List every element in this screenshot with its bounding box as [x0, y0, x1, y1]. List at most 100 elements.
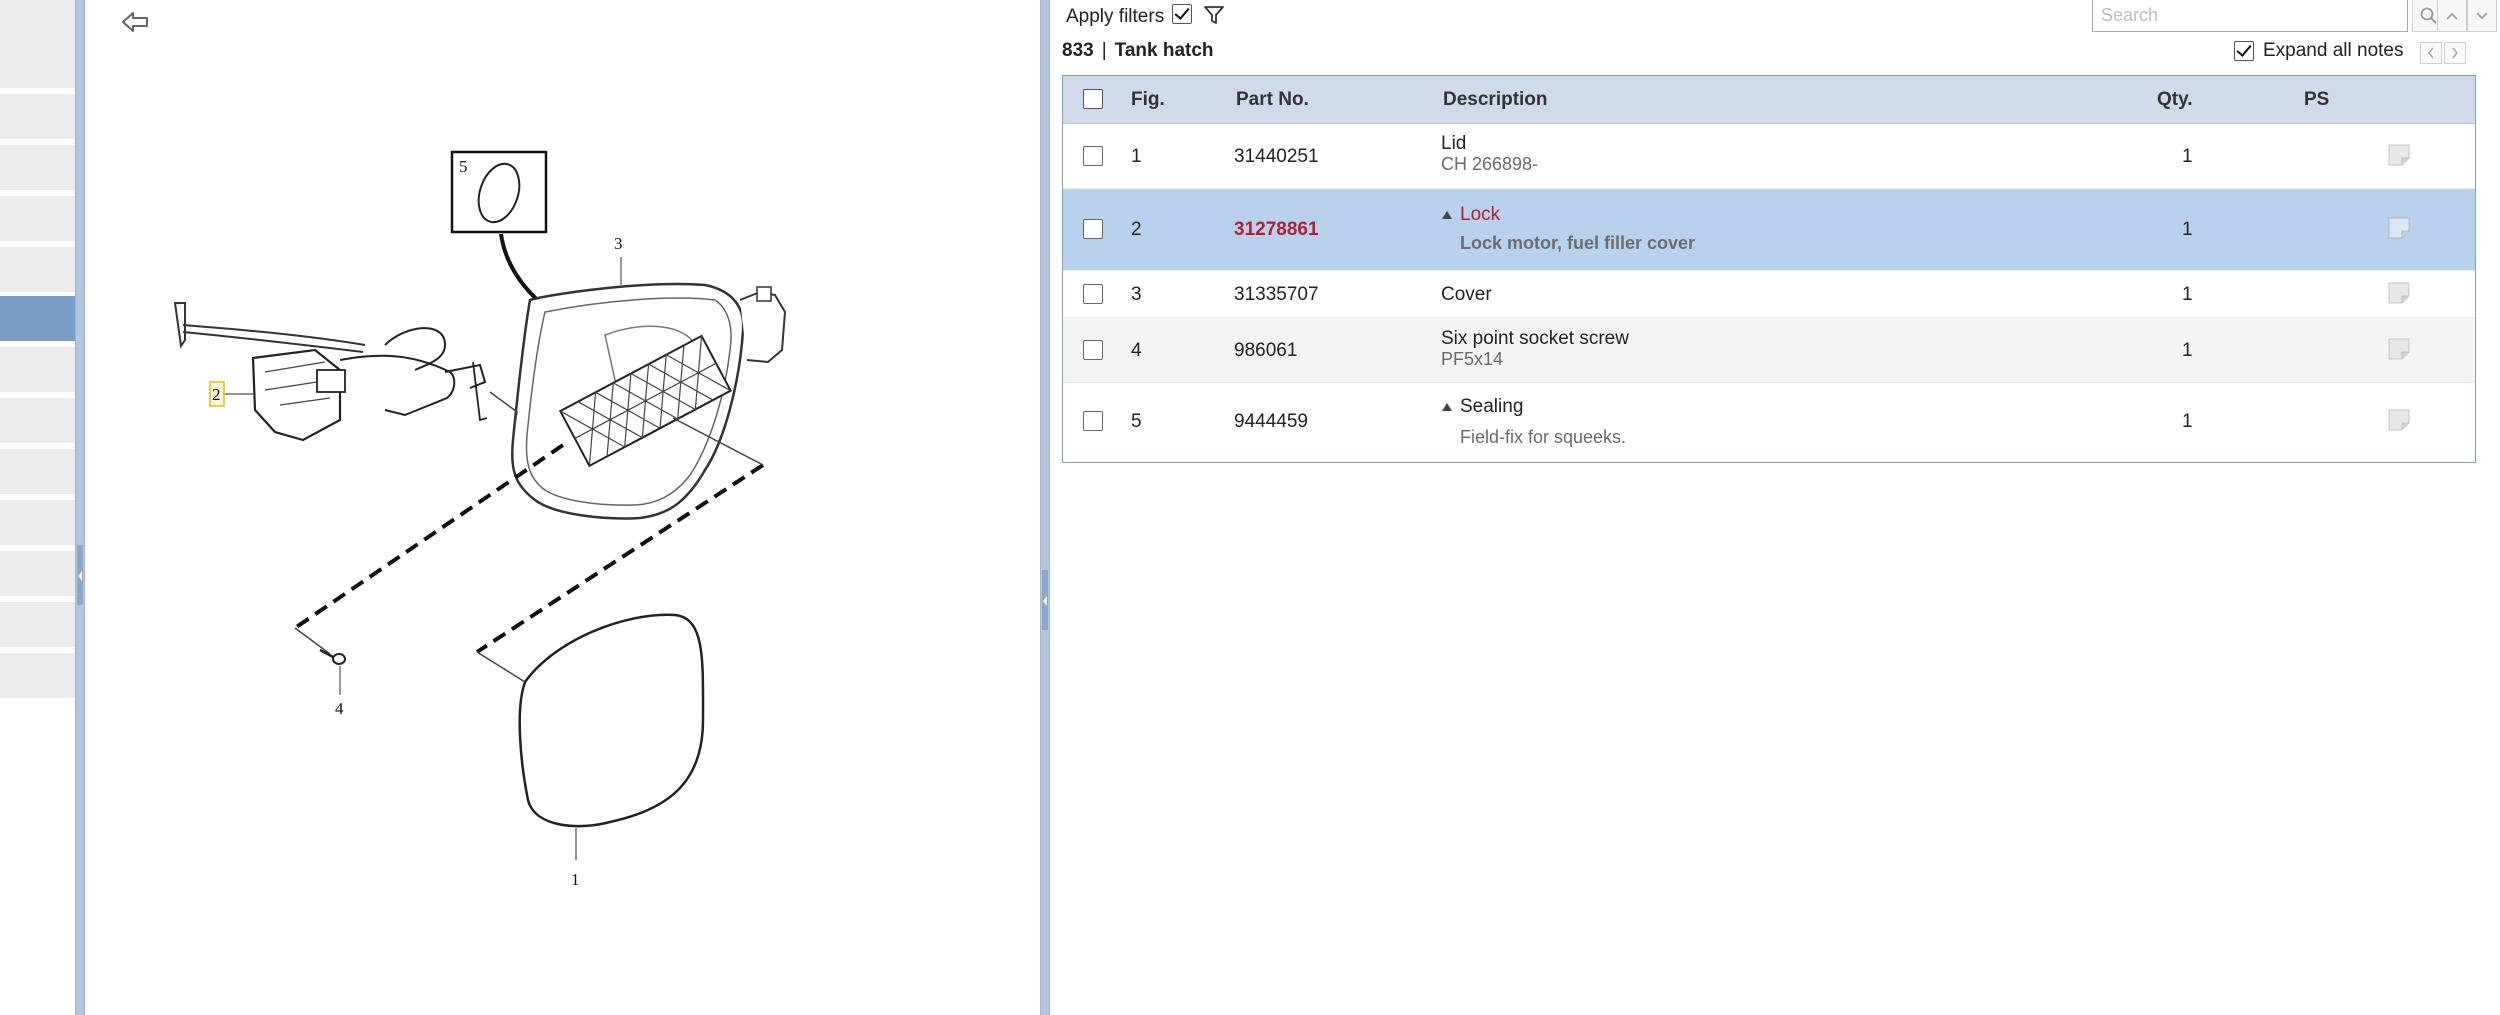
- nav-item[interactable]: [0, 0, 75, 48]
- svg-text:1: 1: [571, 870, 580, 889]
- svg-text:4: 4: [335, 699, 344, 718]
- lock-part-drawing[interactable]: 2: [173, 302, 518, 442]
- collapse-triangle-icon[interactable]: [1442, 403, 1452, 411]
- apply-filters-label: Apply filters: [1066, 6, 1165, 27]
- note-icon[interactable]: [2387, 216, 2411, 240]
- collapse-left-handle[interactable]: [77, 545, 83, 605]
- group-separator: |: [1101, 40, 1107, 61]
- select-all-checkbox[interactable]: [1083, 89, 1103, 109]
- callout-5-label: 5: [459, 157, 468, 176]
- note-icon[interactable]: [2387, 143, 2411, 167]
- row-description: Lid: [1441, 133, 1467, 154]
- nav-item[interactable]: [0, 653, 75, 701]
- apply-filters-checkbox[interactable]: [1172, 4, 1192, 24]
- chevron-up-icon: [2446, 12, 2458, 20]
- row-description: Cover: [1441, 284, 1492, 305]
- table-row[interactable]: 5 9444459 Sealing Field-fix for squeeks.…: [1063, 383, 2475, 462]
- nav-item[interactable]: [0, 247, 75, 295]
- column-header-part-no[interactable]: Part No.: [1236, 89, 1309, 111]
- right-splitter[interactable]: [1040, 0, 1050, 1015]
- note-icon[interactable]: [2387, 408, 2411, 432]
- note-icon[interactable]: [2387, 281, 2411, 305]
- app-window: 3 2 4 1 5 Apply filters Search 833 | Tan…: [0, 0, 2500, 1015]
- next-result-button[interactable]: [2467, 0, 2497, 32]
- illustration-pane: 3 2 4 1 5: [85, 0, 1040, 1015]
- row-checkbox[interactable]: [1083, 146, 1103, 166]
- nav-item[interactable]: [0, 398, 75, 446]
- row-qty: 1: [2182, 219, 2193, 240]
- nav-item[interactable]: [0, 43, 75, 91]
- row-description: Lock: [1460, 204, 1501, 225]
- row-qty: 1: [2182, 411, 2193, 432]
- table-row-selected[interactable]: 2 31278861 Lock Lock motor, fuel filler …: [1063, 189, 2475, 271]
- parts-list-pane: Apply filters Search 833 | Tank hatch Ex…: [1052, 0, 2500, 1015]
- chevron-left-icon: [2427, 47, 2434, 59]
- parts-table: Fig. Part No. Description Qty. PS 1 3144…: [1062, 75, 2476, 463]
- group-name: Tank hatch: [1114, 40, 1214, 61]
- chevron-down-icon: [2476, 11, 2488, 19]
- nav-item[interactable]: [0, 145, 75, 193]
- parts-toolbar: Apply filters: [1052, 0, 2500, 36]
- collapse-triangle-icon[interactable]: [1442, 211, 1452, 219]
- nav-item[interactable]: [0, 347, 75, 395]
- table-header: Fig. Part No. Description Qty. PS: [1063, 76, 2475, 124]
- svg-text:2: 2: [212, 385, 221, 404]
- row-part-no[interactable]: 986061: [1234, 340, 1297, 362]
- left-splitter[interactable]: [75, 0, 85, 1015]
- group-code: 833: [1062, 40, 1094, 61]
- table-row[interactable]: 1 31440251 Lid CH 266898- 1: [1063, 124, 2475, 189]
- previous-result-button[interactable]: [2437, 0, 2467, 32]
- row-note: Lock motor, fuel filler cover: [1460, 233, 1696, 253]
- nav-item[interactable]: [0, 449, 75, 497]
- row-part-no[interactable]: 31335707: [1234, 284, 1319, 306]
- column-header-qty[interactable]: Qty.: [2157, 89, 2193, 111]
- nav-item[interactable]: [0, 196, 75, 244]
- collapse-illustration-handle[interactable]: [1042, 570, 1048, 630]
- row-part-no[interactable]: 31440251: [1234, 146, 1319, 168]
- row-checkbox[interactable]: [1083, 411, 1103, 431]
- row-note: Field-fix for squeeks.: [1460, 427, 1627, 447]
- row-description: Six point socket screw: [1441, 328, 1629, 349]
- cover-part-drawing[interactable]: 3: [511, 234, 787, 520]
- row-note: CH 266898-: [1441, 154, 1539, 174]
- screw-part-drawing[interactable]: 4: [319, 648, 346, 718]
- previous-page-button[interactable]: [2420, 42, 2442, 64]
- table-row[interactable]: 4 986061 Six point socket screw PF5x14 1: [1063, 318, 2475, 383]
- group-title: 833 | Tank hatch: [1062, 40, 1214, 62]
- lid-part-drawing[interactable]: 1: [518, 613, 705, 889]
- magnifier-icon: [2420, 7, 2437, 24]
- row-description: Sealing: [1460, 396, 1524, 417]
- row-note: PF5x14: [1441, 349, 1504, 369]
- nav-item[interactable]: [0, 94, 75, 142]
- funnel-icon[interactable]: [1202, 3, 1226, 27]
- row-part-no[interactable]: 9444459: [1234, 411, 1308, 433]
- column-header-description[interactable]: Description: [1443, 89, 1548, 111]
- nav-item[interactable]: [0, 602, 75, 650]
- nav-item[interactable]: [0, 551, 75, 599]
- row-checkbox[interactable]: [1083, 340, 1103, 360]
- table-row[interactable]: 3 31335707 Cover 1: [1063, 271, 2475, 318]
- row-fig: 2: [1131, 219, 1142, 240]
- row-fig: 3: [1131, 284, 1142, 305]
- search-input[interactable]: [2092, 0, 2408, 32]
- row-fig: 1: [1131, 146, 1142, 167]
- row-fig: 4: [1131, 340, 1142, 361]
- row-checkbox[interactable]: [1083, 219, 1103, 239]
- row-part-no[interactable]: 31278861: [1234, 219, 1319, 241]
- svg-text:3: 3: [614, 234, 623, 253]
- left-nav: [0, 0, 75, 1015]
- row-qty: 1: [2182, 284, 2193, 305]
- nav-item-active[interactable]: [0, 296, 75, 344]
- expand-all-notes-label: Expand all notes: [2263, 40, 2404, 61]
- note-icon[interactable]: [2387, 337, 2411, 361]
- nav-item[interactable]: [0, 500, 75, 548]
- column-header-fig[interactable]: Fig.: [1131, 89, 1165, 111]
- row-fig: 5: [1131, 411, 1142, 432]
- row-qty: 1: [2182, 146, 2193, 167]
- row-checkbox[interactable]: [1083, 284, 1103, 304]
- next-page-button[interactable]: [2444, 42, 2466, 64]
- column-header-ps[interactable]: PS: [2304, 89, 2329, 111]
- chevron-right-icon: [2452, 47, 2459, 59]
- expand-all-notes-checkbox[interactable]: [2234, 41, 2254, 61]
- row-qty: 1: [2182, 340, 2193, 361]
